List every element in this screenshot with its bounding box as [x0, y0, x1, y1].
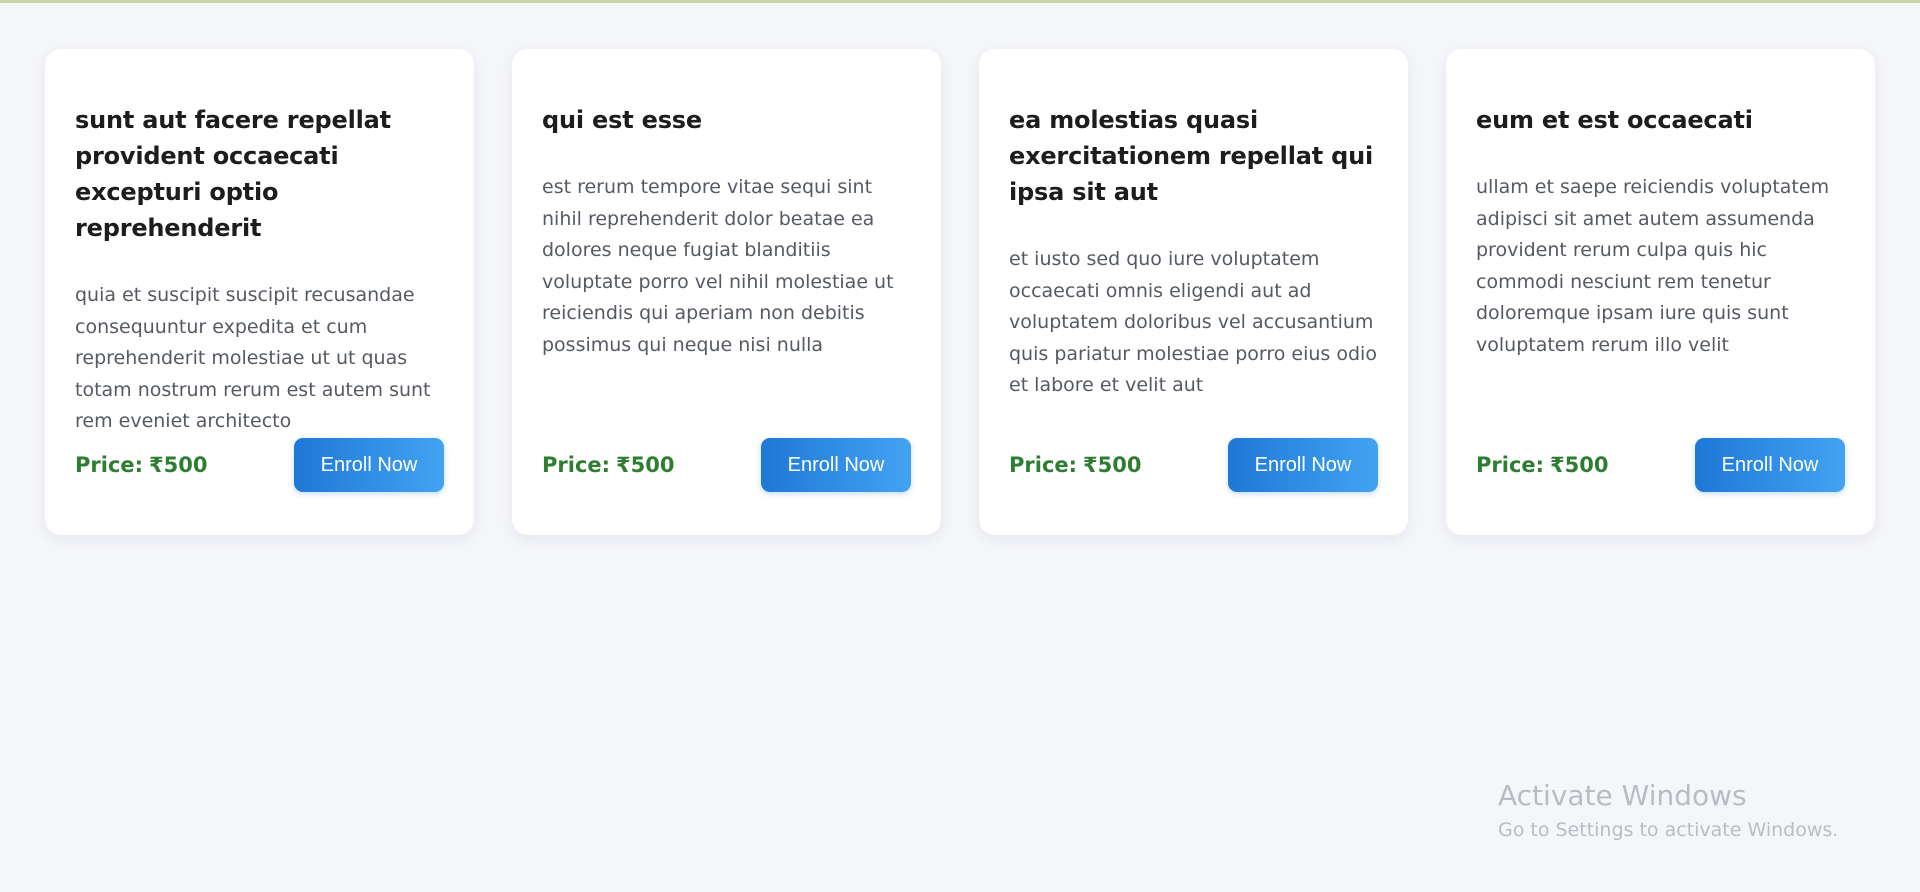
course-card-footer: Price: ₹500 Enroll Now	[1476, 438, 1845, 492]
course-card: qui est esse est rerum tempore vitae seq…	[512, 49, 941, 535]
course-description: est rerum tempore vitae sequi sint nihil…	[542, 176, 894, 356]
price-label: Price:	[1476, 453, 1545, 477]
course-card: ea molestias quasi exercitationem repell…	[979, 49, 1408, 535]
price-value: ₹500	[149, 453, 208, 477]
course-card-footer: Price: ₹500 Enroll Now	[75, 438, 444, 492]
watermark-subtitle: Go to Settings to activate Windows.	[1498, 819, 1839, 841]
price-label: Price:	[542, 453, 611, 477]
course-description: quia et suscipit suscipit recusandae con…	[75, 284, 431, 432]
course-price: Price: ₹500	[542, 453, 675, 477]
price-value: ₹500	[616, 453, 675, 477]
enroll-now-button[interactable]: Enroll Now	[294, 438, 444, 492]
course-title: qui est esse	[542, 106, 702, 134]
course-card: eum et est occaecati ullam et saepe reic…	[1446, 49, 1875, 535]
enroll-now-button[interactable]: Enroll Now	[1695, 438, 1845, 492]
price-value: ₹500	[1550, 453, 1609, 477]
watermark-title: Activate Windows	[1498, 779, 1747, 812]
price-label: Price:	[75, 453, 144, 477]
enroll-now-button[interactable]: Enroll Now	[1228, 438, 1378, 492]
top-accent-strip	[0, 0, 1920, 3]
price-value: ₹500	[1083, 453, 1142, 477]
course-card-footer: Price: ₹500 Enroll Now	[542, 438, 911, 492]
price-label: Price:	[1009, 453, 1078, 477]
course-description: et iusto sed quo iure voluptatem occaeca…	[1009, 248, 1377, 396]
course-price: Price: ₹500	[1476, 453, 1609, 477]
activate-windows-watermark: Activate Windows Go to Settings to activ…	[1498, 776, 1838, 844]
course-title: eum et est occaecati	[1476, 106, 1753, 134]
enroll-now-button[interactable]: Enroll Now	[761, 438, 911, 492]
course-price: Price: ₹500	[1009, 453, 1142, 477]
course-card-list: sunt aut facere repellat provident occae…	[45, 49, 1875, 535]
course-title: ea molestias quasi exercitationem repell…	[1009, 106, 1374, 206]
course-card-footer: Price: ₹500 Enroll Now	[1009, 438, 1378, 492]
course-title: sunt aut facere repellat provident occae…	[75, 106, 391, 242]
course-card: sunt aut facere repellat provident occae…	[45, 49, 474, 535]
course-price: Price: ₹500	[75, 453, 208, 477]
course-description: ullam et saepe reiciendis voluptatem adi…	[1476, 176, 1830, 356]
